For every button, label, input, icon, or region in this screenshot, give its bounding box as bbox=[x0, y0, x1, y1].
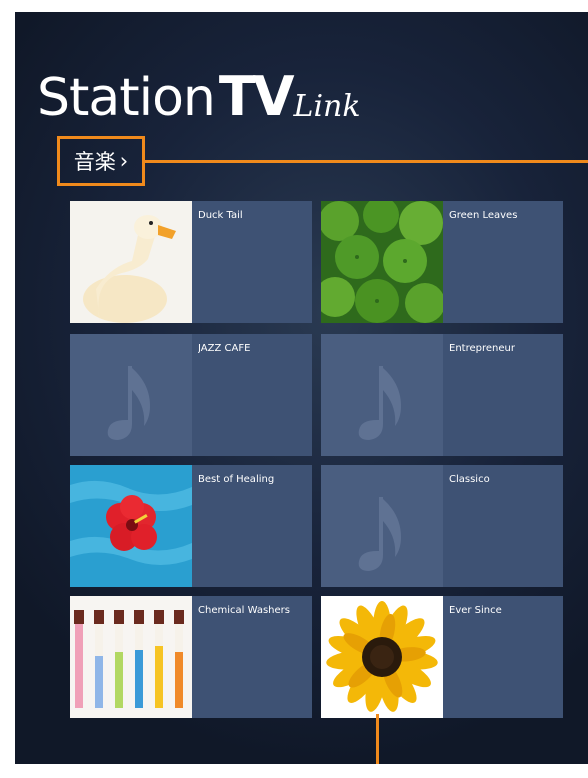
album-tile-classico[interactable]: Classico bbox=[321, 465, 563, 587]
album-art bbox=[321, 334, 443, 456]
album-art bbox=[70, 596, 192, 718]
album-art bbox=[70, 201, 192, 323]
music-note-icon bbox=[358, 497, 401, 571]
album-title: Green Leaves bbox=[449, 210, 518, 221]
album-title: Classico bbox=[449, 474, 490, 485]
album-art bbox=[321, 596, 443, 718]
stationtv-link-logo: Station TV Link bbox=[37, 54, 361, 128]
album-tile-jazz-cafe[interactable]: JAZZ CAFE bbox=[70, 334, 312, 456]
album-tile-green-leaves[interactable]: Green Leaves bbox=[321, 201, 563, 323]
album-title: Entrepreneur bbox=[449, 343, 515, 354]
app-screen: Station TV Link 音楽 › Duck Tail Green Lea… bbox=[15, 12, 588, 764]
section-label: 音楽 bbox=[73, 150, 116, 174]
sunflower-image bbox=[321, 596, 443, 718]
duck-image bbox=[70, 201, 192, 323]
logo-tv-text: TV bbox=[218, 65, 295, 128]
album-title: Chemical Washers bbox=[198, 605, 290, 616]
album-title: Duck Tail bbox=[198, 210, 243, 221]
music-note-icon bbox=[107, 366, 150, 440]
album-tile-entrepreneur[interactable]: Entrepreneur bbox=[321, 334, 563, 456]
logo-link-text: Link bbox=[293, 89, 361, 124]
album-tile-ever-since[interactable]: Ever Since bbox=[321, 596, 563, 718]
album-tile-duck-tail[interactable]: Duck Tail bbox=[70, 201, 312, 323]
album-tile-chemical-washers[interactable]: Chemical Washers bbox=[70, 596, 312, 718]
chevron-right-icon: › bbox=[119, 149, 129, 173]
album-art bbox=[70, 465, 192, 587]
album-title: Best of Healing bbox=[198, 474, 275, 485]
logo-station-text: Station bbox=[37, 68, 216, 128]
hibiscus-water-image bbox=[70, 465, 192, 587]
callout-line-horizontal bbox=[145, 160, 588, 163]
album-art bbox=[70, 334, 192, 456]
green-leaves-image bbox=[321, 201, 443, 323]
album-art bbox=[321, 465, 443, 587]
music-section-link[interactable]: 音楽 › bbox=[57, 136, 145, 186]
album-title: JAZZ CAFE bbox=[198, 343, 251, 354]
music-note-icon bbox=[358, 366, 401, 440]
album-title: Ever Since bbox=[449, 605, 502, 616]
album-tile-best-of-healing[interactable]: Best of Healing bbox=[70, 465, 312, 587]
test-tubes-image bbox=[70, 596, 192, 718]
callout-line-vertical bbox=[376, 714, 379, 764]
album-art bbox=[321, 201, 443, 323]
